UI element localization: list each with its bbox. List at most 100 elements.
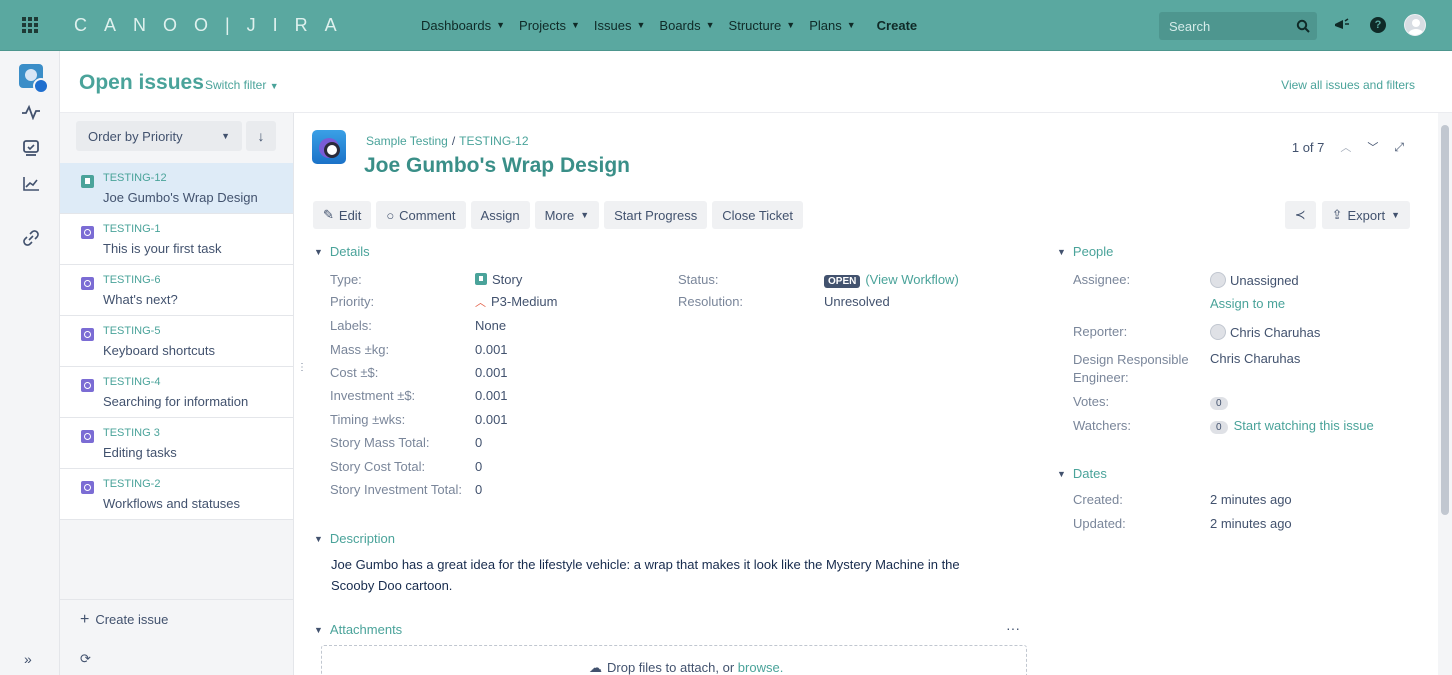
dropzone-text: ☁ Drop files to attach, or browse. <box>589 660 783 675</box>
user-avatar[interactable] <box>1403 13 1427 37</box>
nav-projects[interactable]: Projects ▼ <box>512 0 587 51</box>
list-item[interactable]: TESTING-2 Workflows and statuses <box>60 469 293 520</box>
top-navigation-bar: CANOO|JIRA Dashboards ▼ Projects ▼ Issues ▼… <box>0 0 1452 51</box>
details-heading: Details <box>329 244 370 259</box>
issue-key[interactable]: TESTING-6 <box>103 274 160 286</box>
nav-plans[interactable]: Plans ▼ <box>802 0 862 51</box>
assign-to-me-link[interactable]: Assign to me <box>1210 296 1285 311</box>
notifications-icon[interactable] <box>1330 13 1354 37</box>
chevron-down-icon: ▼ <box>580 210 590 220</box>
nav-dashboards-label: Dashboards <box>421 17 492 33</box>
page-title: Open issues <box>79 71 204 94</box>
detail-scrollbar[interactable] <box>1438 113 1452 675</box>
chevron-down-icon: ▼ <box>269 81 279 91</box>
switch-filter-button[interactable]: Switch filter ▼ <box>205 78 279 92</box>
type-value: Story <box>475 272 522 287</box>
list-item[interactable]: TESTING-1 This is your first task <box>60 214 293 265</box>
issue-summary: Keyboard shortcuts <box>103 343 216 358</box>
list-item[interactable]: TESTING-5 Keyboard shortcuts <box>60 316 293 367</box>
list-item[interactable]: TESTING 3 Editing tasks <box>60 418 293 469</box>
export-label: Export <box>1347 207 1386 223</box>
issue-key[interactable]: TESTING-5 <box>103 325 160 337</box>
help-icon[interactable]: ? <box>1366 13 1390 37</box>
votes-value[interactable]: 0 <box>1210 394 1234 410</box>
project-avatar-icon[interactable] <box>18 63 49 94</box>
breadcrumb: Sample Testing / TESTING-12 <box>366 134 529 148</box>
dates-section-toggle[interactable]: ▼ Dates <box>1057 466 1107 481</box>
nav-dashboards[interactable]: Dashboards ▼ <box>414 0 512 51</box>
chevron-down-icon[interactable]: ﹀ <box>1367 139 1378 155</box>
description-section-toggle[interactable]: ▼ Description <box>314 531 395 546</box>
refresh-icon[interactable]: ⟳ <box>80 651 91 667</box>
issue-title[interactable]: Joe Gumbo's Wrap Design <box>364 154 630 178</box>
issue-key[interactable]: TESTING-12 <box>103 172 167 184</box>
mass-value: 0.001 <box>475 342 508 357</box>
attachments-section-toggle[interactable]: ▼ Attachments <box>314 622 402 637</box>
expand-icon[interactable]: ⤢ <box>1394 140 1404 155</box>
view-workflow-link[interactable]: (View Workflow) <box>865 272 958 287</box>
issue-key[interactable]: TESTING-1 <box>103 223 160 235</box>
search-icon[interactable] <box>1289 12 1317 40</box>
more-button[interactable]: More ▼ <box>534 201 600 229</box>
assignee-value-text: Unassigned <box>1230 273 1299 288</box>
edit-button[interactable]: ✎ Edit <box>313 201 372 229</box>
expand-sidebar-icon[interactable]: » <box>24 651 32 667</box>
scrollbar-thumb[interactable] <box>1441 125 1449 515</box>
nav-issues-label: Issues <box>593 17 632 33</box>
chevron-down-icon: ▼ <box>705 20 715 30</box>
nav-structure[interactable]: Structure ▼ <box>722 0 803 51</box>
export-button[interactable]: ⇪ Export ▼ <box>1321 201 1410 229</box>
chevron-up-icon[interactable]: ︿ <box>1340 139 1351 155</box>
share-icon: ≺ <box>1294 207 1306 222</box>
order-by-label: Order by Priority <box>88 128 183 144</box>
list-item[interactable]: TESTING-4 Searching for information <box>60 367 293 418</box>
breadcrumb-issue-key[interactable]: TESTING-12 <box>459 134 528 148</box>
search-input[interactable]: Search <box>1159 12 1317 40</box>
list-item[interactable]: TESTING-6 What's next? <box>60 265 293 316</box>
create-issue-label: Create issue <box>95 612 169 627</box>
chevron-down-icon: ▼ <box>496 20 506 30</box>
comment-button[interactable]: ○ Comment <box>376 201 466 229</box>
nav-boards[interactable]: Boards ▼ <box>652 0 721 51</box>
issue-key[interactable]: TESTING 3 <box>103 427 160 439</box>
view-all-issues-link[interactable]: View all issues and filters <box>1281 78 1415 92</box>
attachments-more-icon[interactable]: ··· <box>1006 620 1020 636</box>
people-section-toggle[interactable]: ▼ People <box>1057 244 1113 259</box>
priority-label: Priority: <box>330 294 375 309</box>
app-switcher-icon[interactable] <box>0 0 60 51</box>
jira-logo[interactable]: CANOO|JIRA <box>74 15 414 36</box>
reporter-value[interactable]: Chris Charuhas <box>1210 324 1320 340</box>
issue-summary: This is your first task <box>103 241 222 256</box>
reports-icon[interactable] <box>18 171 44 197</box>
people-heading: People <box>1072 244 1114 259</box>
toolbar-right: ≺ ⇪ Export ▼ <box>1284 201 1410 229</box>
issue-key[interactable]: TESTING-4 <box>103 376 160 388</box>
start-progress-button[interactable]: Start Progress <box>604 201 708 229</box>
create-issue-button[interactable]: + Create issue <box>60 599 293 639</box>
link-icon[interactable] <box>18 225 44 251</box>
activity-icon[interactable] <box>18 99 44 125</box>
issue-key[interactable]: TESTING-2 <box>103 478 160 490</box>
story-cost-total-label: Story Cost Total: <box>330 459 426 474</box>
task-icon <box>81 481 94 494</box>
browse-link[interactable]: browse. <box>738 660 784 675</box>
nav-issues[interactable]: Issues ▼ <box>587 0 653 51</box>
nav-plans-label: Plans <box>809 17 842 33</box>
assign-button[interactable]: Assign <box>470 201 530 229</box>
resolution-value: Unresolved <box>824 294 890 309</box>
issue-summary: Joe Gumbo's Wrap Design <box>103 190 258 205</box>
share-button[interactable]: ≺ <box>1284 201 1316 229</box>
order-by-dropdown[interactable]: Order by Priority ▼ <box>76 121 242 151</box>
description-text[interactable]: Joe Gumbo has a great idea for the lifes… <box>331 554 991 596</box>
attachment-dropzone[interactable]: ☁ Drop files to attach, or browse. <box>321 645 1027 675</box>
list-item[interactable]: TESTING-12 Joe Gumbo's Wrap Design <box>60 163 293 214</box>
breadcrumb-project[interactable]: Sample Testing <box>366 134 448 148</box>
start-watching-link[interactable]: Start watching this issue <box>1234 418 1374 433</box>
story-mass-total-value: 0 <box>475 435 483 450</box>
issues-icon[interactable] <box>18 135 44 161</box>
close-ticket-button[interactable]: Close Ticket <box>712 201 804 229</box>
create-button[interactable]: Create <box>863 0 931 51</box>
sort-direction-button[interactable]: ↓ <box>246 121 276 151</box>
details-section-toggle[interactable]: ▼ Details <box>314 244 370 259</box>
task-icon <box>81 379 94 392</box>
